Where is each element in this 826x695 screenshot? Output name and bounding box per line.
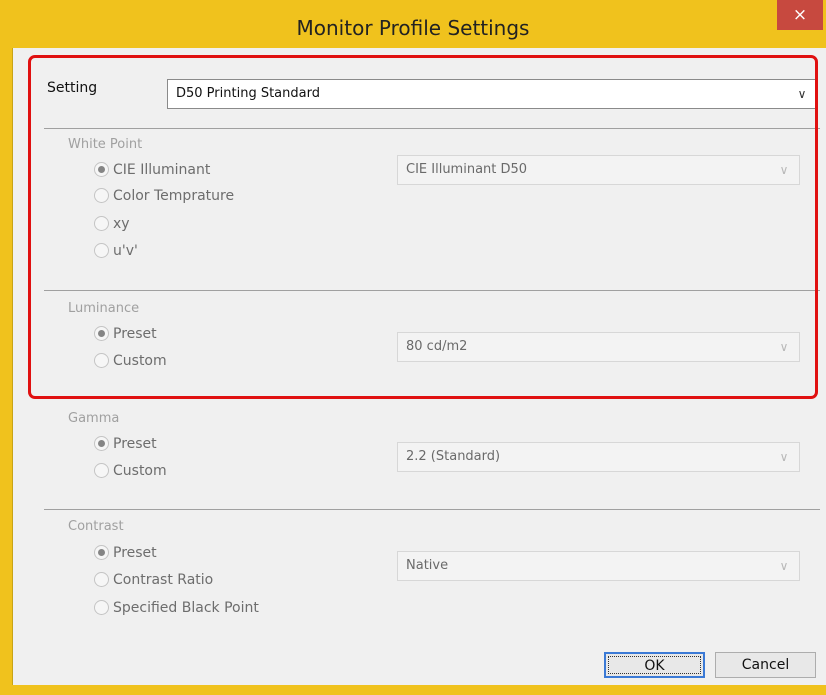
chevron-down-icon: ∨ — [779, 450, 789, 464]
radio-selected-icon — [94, 436, 109, 451]
highlight-box — [28, 55, 818, 399]
radio-label: Contrast Ratio — [113, 572, 214, 588]
gamma-title: Gamma — [68, 411, 120, 426]
contrast-value: Native — [406, 558, 449, 573]
title-bar[interactable]: Monitor Profile Settings × — [0, 0, 826, 48]
close-button[interactable]: × — [777, 0, 823, 30]
radio-label: Preset — [113, 545, 157, 561]
radio-empty-icon — [94, 600, 109, 615]
gamma-value: 2.2 (Standard) — [406, 449, 501, 464]
radio-selected-icon — [94, 545, 109, 560]
close-icon: × — [792, 5, 808, 25]
radio-empty-icon — [94, 463, 109, 478]
radio-empty-icon — [94, 572, 109, 587]
gamma-dropdown[interactable]: 2.2 (Standard) ∨ — [397, 442, 800, 472]
radio-label: Specified Black Point — [113, 600, 259, 616]
contrast-dropdown[interactable]: Native ∨ — [397, 551, 800, 581]
ok-button[interactable]: OK — [604, 652, 705, 678]
contrast-title: Contrast — [68, 519, 124, 534]
focus-rect — [608, 656, 701, 674]
cancel-label: Cancel — [741, 657, 790, 673]
radio-label: Preset — [113, 436, 157, 452]
dialog-window: Monitor Profile Settings × Setting D50 P… — [0, 0, 826, 695]
cancel-button[interactable]: Cancel — [715, 652, 816, 678]
chevron-down-icon: ∨ — [779, 559, 789, 573]
radio-label: Custom — [113, 463, 167, 479]
window-title: Monitor Profile Settings — [296, 16, 530, 40]
divider — [44, 509, 820, 510]
